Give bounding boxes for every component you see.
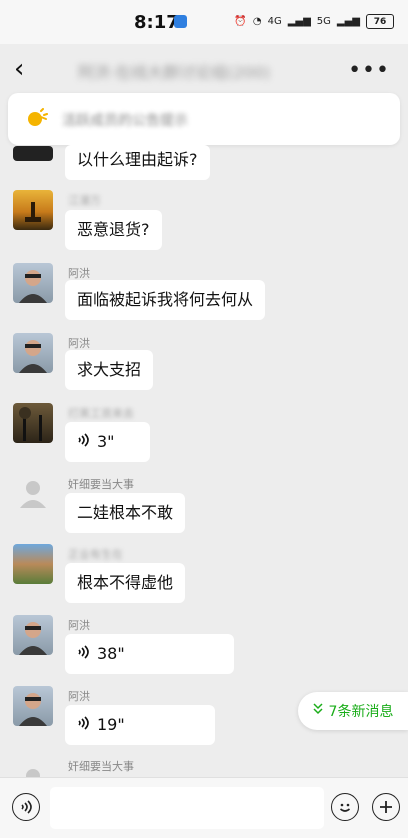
signal-5g-label: 5G <box>316 16 331 27</box>
voice-message-bubble[interactable]: 19" <box>65 705 215 745</box>
signal-icon: ▂▄▆ <box>287 16 311 27</box>
default-avatar-icon[interactable] <box>13 764 53 777</box>
new-messages-label: 7条新消息 <box>328 704 394 720</box>
chat-title: 阿洪·在线大群讨论组(200) <box>78 63 271 82</box>
plus-icon[interactable] <box>372 793 400 821</box>
voice-duration: 19" <box>97 715 125 734</box>
voice-wave-icon <box>77 715 89 735</box>
back-chevron-icon[interactable]: ‹ <box>14 56 24 82</box>
chat-header: ‹ 阿洪·在线大群讨论组(200) ••• <box>0 44 408 100</box>
sender-name: 奸细要当大事 <box>68 760 134 773</box>
voice-duration: 3" <box>97 432 115 451</box>
sender-name: 打黑工资来去 <box>68 407 134 420</box>
wifi-icon: ◔ <box>252 16 262 27</box>
sender-name: 阿洪 <box>68 690 90 703</box>
message-bubble[interactable]: 求大支招 <box>65 350 154 390</box>
sender-name: 阿洪 <box>68 267 90 280</box>
status-bar: 8:17 ⏰ ◔ 4G ▂▄▆ 5G ▂▄▆ 76 <box>0 0 408 44</box>
alarm-icon: ⏰ <box>234 16 247 27</box>
sender-name: 正业有生在 <box>68 548 123 561</box>
group-notice-banner[interactable]: 活跃成员的公告提示 <box>8 93 400 145</box>
avatar[interactable] <box>13 615 53 655</box>
avatar[interactable] <box>13 146 53 161</box>
voice-wave-icon <box>77 644 89 664</box>
message-bubble[interactable]: 以什么理由起诉? <box>65 145 210 180</box>
signal-icon: ▂▄▆ <box>336 16 360 27</box>
message-bubble[interactable]: 根本不得虚他 <box>65 563 186 603</box>
message-bubble[interactable]: 恶意退货? <box>65 210 162 250</box>
more-options-icon[interactable]: ••• <box>348 58 390 83</box>
voice-input-icon[interactable] <box>12 793 40 821</box>
message-bubble[interactable]: 面临被起诉我将何去何从 <box>65 280 266 320</box>
emoji-icon[interactable] <box>331 793 359 821</box>
voice-duration: 38" <box>97 644 125 663</box>
avatar[interactable] <box>13 403 53 443</box>
message-bubble[interactable]: 二娃根本不敢 <box>65 493 186 533</box>
avatar[interactable] <box>13 263 53 303</box>
avatar[interactable] <box>13 544 53 584</box>
status-time: 8:17 <box>134 12 179 33</box>
voice-wave-icon <box>77 432 89 452</box>
avatar[interactable] <box>13 190 53 230</box>
sender-name: 奸细要当大事 <box>68 478 134 491</box>
new-messages-button[interactable]: 7条新消息 <box>298 692 408 730</box>
battery-indicator: 76 <box>366 14 394 29</box>
notice-text: 活跃成员的公告提示 <box>62 113 188 129</box>
sender-name: 江漫万 <box>68 194 101 207</box>
double-chevron-down-icon <box>313 703 323 719</box>
voice-message-bubble[interactable]: 38" <box>65 634 234 674</box>
avatar[interactable] <box>13 333 53 373</box>
message-input[interactable] <box>50 787 324 829</box>
sender-name: 阿洪 <box>68 337 90 350</box>
default-avatar-icon[interactable] <box>13 474 53 514</box>
input-bar <box>0 777 408 838</box>
voice-message-bubble[interactable]: 3" <box>65 422 150 462</box>
app-notification-icon <box>174 15 187 28</box>
avatar[interactable] <box>13 686 53 726</box>
signal-4g-label: 4G <box>267 16 282 27</box>
sender-name: 阿洪 <box>68 619 90 632</box>
status-icons: ⏰ ◔ 4G ▂▄▆ 5G ▂▄▆ 76 <box>234 14 394 29</box>
sun-icon <box>28 108 48 126</box>
